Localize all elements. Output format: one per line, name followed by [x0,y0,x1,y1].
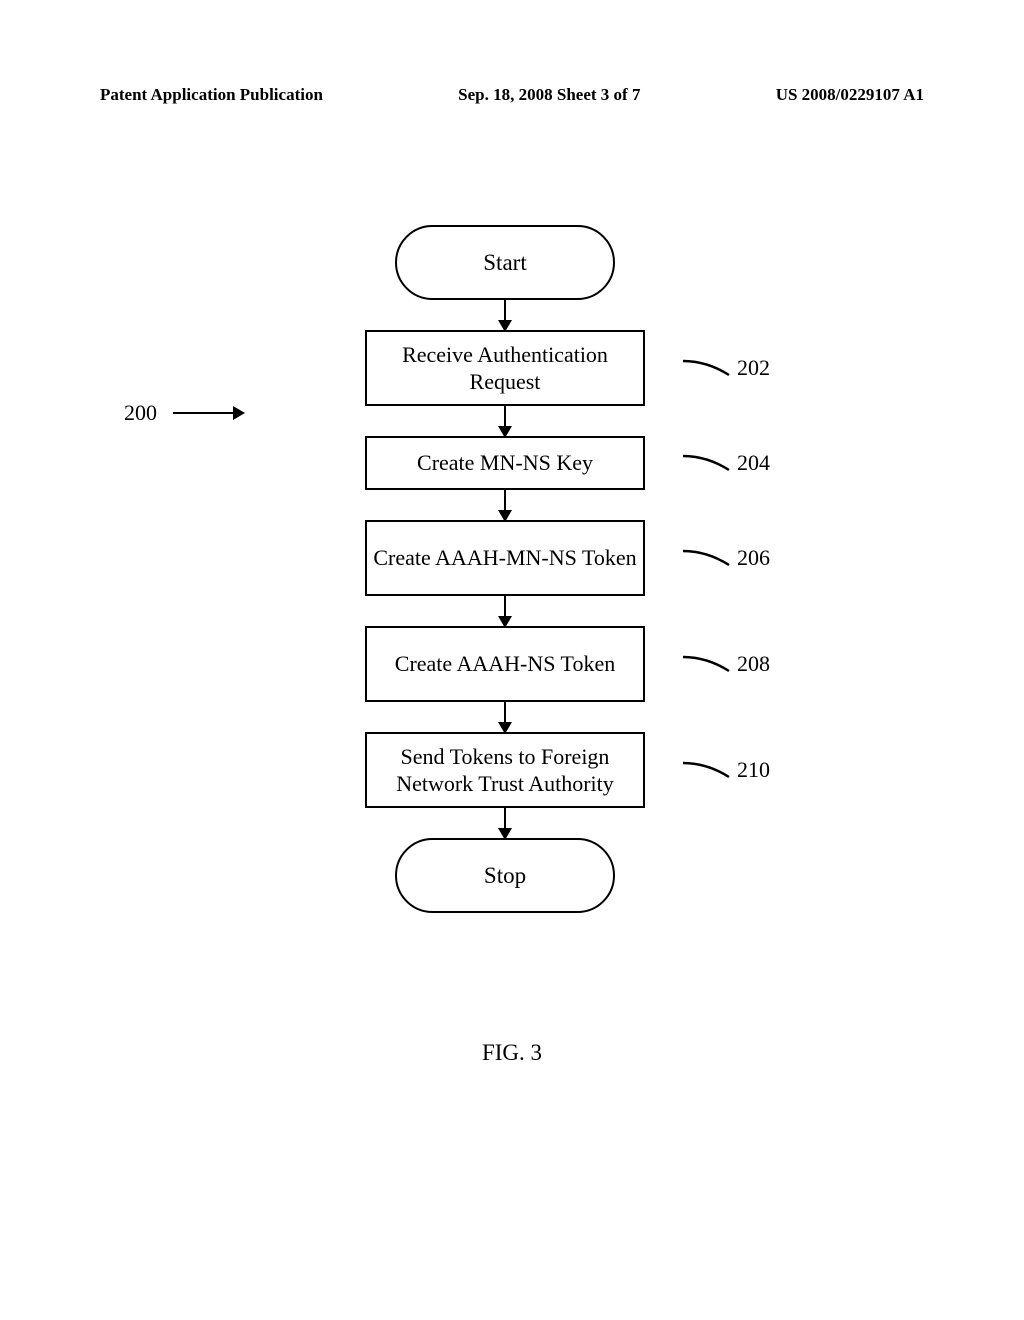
step-204: Create MN-NS Key 204 [350,436,660,490]
process-box: Create AAAH-NS Token [365,626,645,702]
flowchart-reference-200: 200 [124,400,243,426]
step-ref-callout: 208 [681,651,770,677]
step-ref-callout: 210 [681,757,770,783]
arrow-down-icon [504,406,507,436]
arrow-down-icon [504,490,507,520]
arrow-down-icon [504,702,507,732]
callout-curve-icon [681,653,733,675]
callout-curve-icon [681,759,733,781]
process-box: Send Tokens to Foreign Network Trust Aut… [365,732,645,808]
arrow-down-icon [504,300,507,330]
ref-200-number: 200 [124,400,157,426]
step-208: Create AAAH-NS Token 208 [350,626,660,702]
arrow-down-icon [504,596,507,626]
step-ref-callout: 202 [681,355,770,381]
process-box: Receive Authentication Request [365,330,645,406]
arrow-right-icon [173,412,243,415]
step-ref-callout: 204 [681,450,770,476]
arrow-down-icon [504,808,507,838]
callout-curve-icon [681,452,733,474]
callout-curve-icon [681,547,733,569]
publication-type: Patent Application Publication [100,85,323,105]
step-210: Send Tokens to Foreign Network Trust Aut… [350,732,660,808]
start-terminal: Start [395,225,615,300]
flowchart: Start Receive Authentication Request 202… [350,225,660,913]
step-202: Receive Authentication Request 202 [350,330,660,406]
step-ref-callout: 206 [681,545,770,571]
stop-terminal: Stop [395,838,615,913]
process-box: Create AAAH-MN-NS Token [365,520,645,596]
patent-header: Patent Application Publication Sep. 18, … [0,85,1024,105]
callout-curve-icon [681,357,733,379]
publication-number: US 2008/0229107 A1 [776,85,924,105]
step-206: Create AAAH-MN-NS Token 206 [350,520,660,596]
process-box: Create MN-NS Key [365,436,645,490]
figure-label: FIG. 3 [482,1040,542,1066]
date-and-sheet: Sep. 18, 2008 Sheet 3 of 7 [458,85,640,105]
